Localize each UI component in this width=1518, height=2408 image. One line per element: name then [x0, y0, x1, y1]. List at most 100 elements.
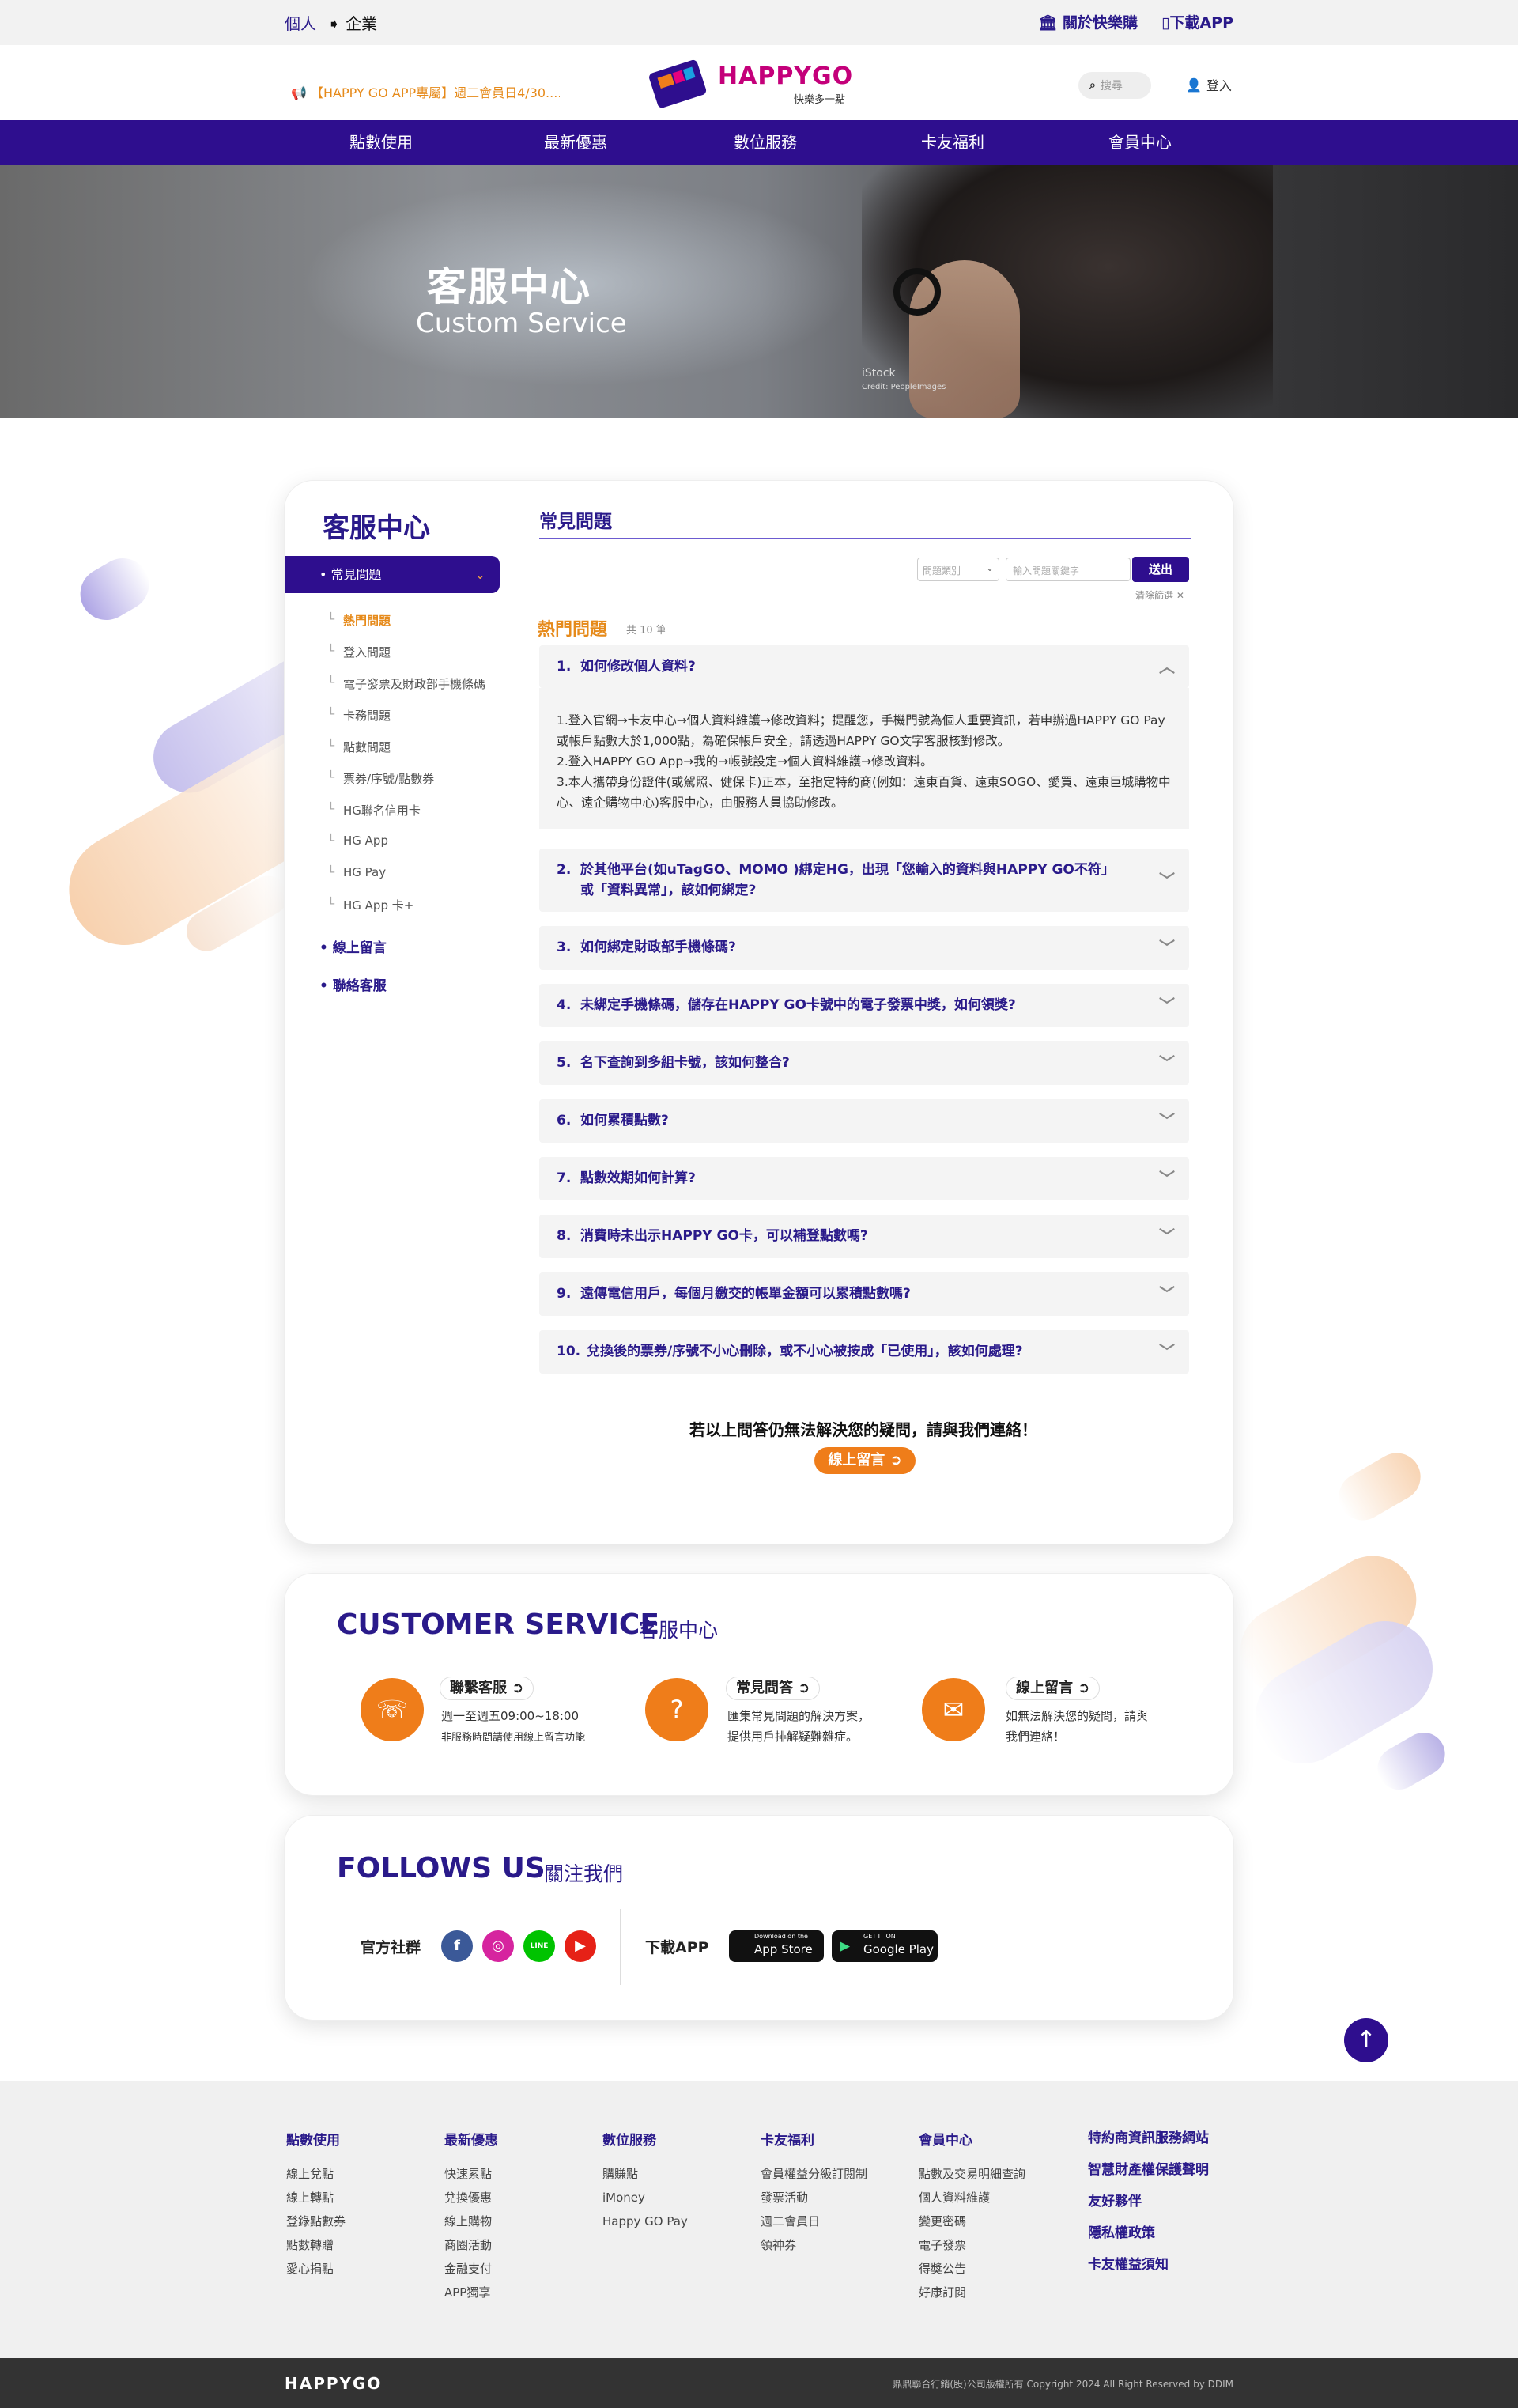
footer: 點數使用 線上兌點 線上轉點 登錄點數券 點數轉贈 愛心捐點 最新優惠 快速累點…	[0, 2081, 1518, 2358]
faq-item-3[interactable]: 3. 如何綁定財政部手機條碼? ﹀	[539, 926, 1189, 970]
chevron-up-icon: ︿	[1159, 657, 1175, 676]
app-store-badge[interactable]: Download on the App Store	[729, 1930, 824, 1962]
footer-link[interactable]: 商圈活動	[444, 2233, 498, 2257]
back-to-top-button[interactable]: ↑	[1344, 2018, 1388, 2062]
youtube-icon[interactable]: ▶	[565, 1930, 596, 1962]
cs-desc-line: 我們連絡！	[1006, 1729, 1066, 1744]
sidebar-sub-vouchers[interactable]: 票券/序號/點數券	[327, 770, 434, 787]
footer-link[interactable]: 隱私權政策	[1088, 2217, 1209, 2249]
faq-item-4[interactable]: 4. 未綁定手機條碼，儲存在HAPPY GO卡號中的電子發票中獎，如何領獎? ﹀	[539, 984, 1189, 1027]
answer-line: 1.登入官網→卡友中心→個人資料維護→修改資料；提醒您，手機門號為個人重要資訊，…	[557, 713, 1165, 748]
search-box[interactable]: ⌕ 搜尋	[1078, 72, 1151, 99]
footer-link[interactable]: 線上購物	[444, 2210, 498, 2233]
sidebar-sub-hot[interactable]: 熱門問題	[327, 612, 391, 629]
footer-link[interactable]: 週二會員日	[761, 2210, 867, 2233]
site-logo[interactable]: HAPPYGO 快樂多一點	[647, 55, 860, 112]
footer-col-heading[interactable]: 卡友福利	[761, 2129, 867, 2153]
sidebar-sub-app[interactable]: HG App	[327, 834, 388, 848]
faq-number: 2.	[557, 862, 572, 878]
footer-col-heading[interactable]: 點數使用	[286, 2129, 346, 2153]
line-icon[interactable]: LINE	[523, 1930, 555, 1962]
news-marquee[interactable]: 📢 【HAPPY GO APP專屬】週二會員日4/30....	[291, 82, 560, 101]
footer-link[interactable]: 個人資料維護	[919, 2186, 1025, 2210]
cs-desc-line: 週一至週五09:00~18:00	[441, 1709, 580, 1723]
decor-pill	[1369, 1725, 1453, 1797]
personal-link[interactable]: 個人	[285, 11, 316, 34]
footer-link[interactable]: 快速累點	[444, 2162, 498, 2186]
about-link[interactable]: 🏛 關於快樂購	[1038, 11, 1138, 32]
faq-item-7[interactable]: 7. 點數效期如何計算? ﹀	[539, 1157, 1189, 1200]
hero-subtitle: Custom Service	[416, 308, 627, 339]
enterprise-link[interactable]: ➧ 企業	[327, 11, 377, 34]
download-app-link[interactable]: ▯下載APP	[1161, 11, 1233, 32]
nav-digital[interactable]: 數位服務	[702, 120, 829, 165]
footer-link[interactable]: 愛心捐點	[286, 2257, 346, 2281]
footer-link[interactable]: 線上轉點	[286, 2186, 346, 2210]
sidebar-sub-pay[interactable]: HG Pay	[327, 865, 386, 879]
faq-item-9[interactable]: 9. 遠傳電信用戶，每個月繳交的帳單金額可以累積點數嗎? ﹀	[539, 1272, 1189, 1316]
sidebar-item-contact[interactable]: • 聯絡客服	[319, 974, 387, 994]
keyword-input[interactable]: 輸入問題關鍵字	[1006, 558, 1131, 581]
footer-link[interactable]: 電子發票	[919, 2233, 1025, 2257]
contact-service-button[interactable]: 聯繫客服 ➲	[440, 1677, 534, 1700]
faq-item-6[interactable]: 6. 如何累積點數? ﹀	[539, 1099, 1189, 1143]
faq-button[interactable]: 常見問答 ➲	[726, 1677, 821, 1700]
decor-pill	[1330, 1444, 1429, 1529]
footer-link[interactable]: 會員權益分級訂閱制	[761, 2162, 867, 2186]
nav-member[interactable]: 會員中心	[1077, 120, 1203, 165]
footer-link[interactable]: 卡友權益須知	[1088, 2249, 1209, 2281]
follow-subtitle: 關注我們	[544, 1862, 624, 1885]
footer-link[interactable]: Happy GO Pay	[602, 2210, 688, 2233]
footer-col: 卡友福利 會員權益分級訂閱制 發票活動 週二會員日 領神券	[761, 2129, 867, 2257]
footer-link[interactable]: 點數轉贈	[286, 2233, 346, 2257]
faq-question: 如何修改個人資料?	[580, 659, 696, 675]
footer-link[interactable]: 友好夥伴	[1088, 2186, 1209, 2217]
sidebar-sub-points[interactable]: 點數問題	[327, 739, 391, 755]
footer-link[interactable]: 智慧財產權保護聲明	[1088, 2154, 1209, 2186]
sidebar-item-online-message[interactable]: • 線上留言	[319, 936, 387, 956]
sidebar-sub-appcard[interactable]: HG App 卡+	[327, 897, 413, 913]
footer-link[interactable]: 點數及交易明細查詢	[919, 2162, 1025, 2186]
faq-item-1[interactable]: 1. 如何修改個人資料? ︿	[539, 645, 1189, 688]
send-button[interactable]: 送出	[1132, 557, 1189, 582]
faq-item-2[interactable]: 2. 於其他平台(如uTagGO、MOMO )綁定HG，出現「您輸入的資料與HA…	[539, 849, 1189, 912]
sidebar-item-faq[interactable]: • 常見問題 ⌄	[285, 556, 500, 593]
online-message-button[interactable]: 線上留言 ➲	[814, 1447, 916, 1474]
login-link[interactable]: 👤 登入	[1186, 75, 1232, 94]
google-play-badge[interactable]: ▶ GET IT ON Google Play	[832, 1930, 938, 1962]
footer-link[interactable]: iMoney	[602, 2186, 688, 2210]
footer-link[interactable]: 購賺點	[602, 2162, 688, 2186]
instagram-icon[interactable]: ◎	[482, 1930, 514, 1962]
nav-benefits[interactable]: 卡友福利	[889, 120, 1016, 165]
sidebar-sub-login[interactable]: 登入問題	[327, 644, 391, 660]
footer-col-heading[interactable]: 最新優惠	[444, 2129, 498, 2153]
footer-link[interactable]: 線上兌點	[286, 2162, 346, 2186]
top-links: 🏛 關於快樂購 ▯下載APP	[1038, 11, 1233, 32]
footer-col-heading[interactable]: 數位服務	[602, 2129, 688, 2153]
footer-link[interactable]: 金融支付	[444, 2257, 498, 2281]
sidebar-sub-invoice[interactable]: 電子發票及財政部手機條碼	[327, 675, 485, 692]
faq-item-8[interactable]: 8. 消費時未出示HAPPY GO卡，可以補登點數嗎? ﹀	[539, 1215, 1189, 1258]
footer-link[interactable]: 特約商資訊服務網站	[1088, 2123, 1209, 2154]
faq-number: 1.	[557, 659, 572, 675]
footer-link[interactable]: 兌換優惠	[444, 2186, 498, 2210]
footer-link[interactable]: 登錄點數券	[286, 2210, 346, 2233]
sidebar-sub-card[interactable]: 卡務問題	[327, 707, 391, 724]
footer-link[interactable]: APP獨享	[444, 2281, 498, 2304]
category-select[interactable]: 問題類別 ⌄	[917, 558, 999, 581]
footer-link[interactable]: 好康訂閱	[919, 2281, 1025, 2304]
footer-link[interactable]: 發票活動	[761, 2186, 867, 2210]
nav-offers[interactable]: 最新優惠	[512, 120, 639, 165]
faq-item-10[interactable]: 10. 兌換後的票券/序號不小心刪除，或不小心被按成「已使用」，該如何處理? ﹀	[539, 1330, 1189, 1374]
faq-item-5[interactable]: 5. 名下查詢到多組卡號，該如何整合? ﹀	[539, 1041, 1189, 1085]
footer-link[interactable]: 得獎公告	[919, 2257, 1025, 2281]
facebook-icon[interactable]: f	[441, 1930, 473, 1962]
footer-link[interactable]: 領神券	[761, 2233, 867, 2257]
nav-points[interactable]: 點數使用	[318, 120, 444, 165]
footer-link[interactable]: 變更密碼	[919, 2210, 1025, 2233]
decor-pill	[70, 548, 159, 630]
online-message-card-button[interactable]: 線上留言 ➲	[1006, 1677, 1101, 1700]
footer-col-heading[interactable]: 會員中心	[919, 2129, 1025, 2153]
clear-filter-link[interactable]: 清除篩選 ✕	[1135, 588, 1184, 602]
sidebar-sub-creditcard[interactable]: HG聯名信用卡	[327, 802, 421, 818]
